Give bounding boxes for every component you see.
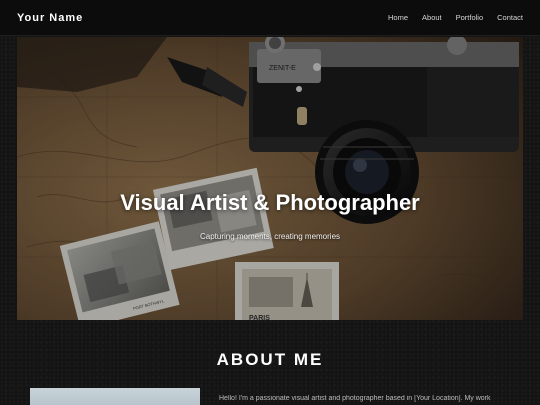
nav-link-portfolio[interactable]: Portfolio (456, 13, 484, 22)
nav-link-about[interactable]: About (422, 13, 442, 22)
nav-links: Home About Portfolio Contact (374, 13, 523, 22)
hero-overlay (17, 37, 523, 320)
about-intro-text: Hello! I'm a passionate visual artist an… (219, 395, 491, 402)
nav-link-contact[interactable]: Contact (497, 13, 523, 22)
navbar: Your Name Home About Portfolio Contact (0, 0, 540, 36)
nav-link-home[interactable]: Home (388, 13, 408, 22)
about-portrait-image (30, 388, 200, 405)
brand-logo[interactable]: Your Name (17, 12, 83, 24)
hero-subtitle: Capturing moments, creating memories (199, 232, 341, 241)
about-heading: ABOUT ME (216, 350, 324, 369)
hero-title: Visual Artist & Photographer (120, 190, 420, 215)
hero-section: ZENIT-E PORT BOTHWYL PARIS Visual Artist… (17, 37, 523, 320)
